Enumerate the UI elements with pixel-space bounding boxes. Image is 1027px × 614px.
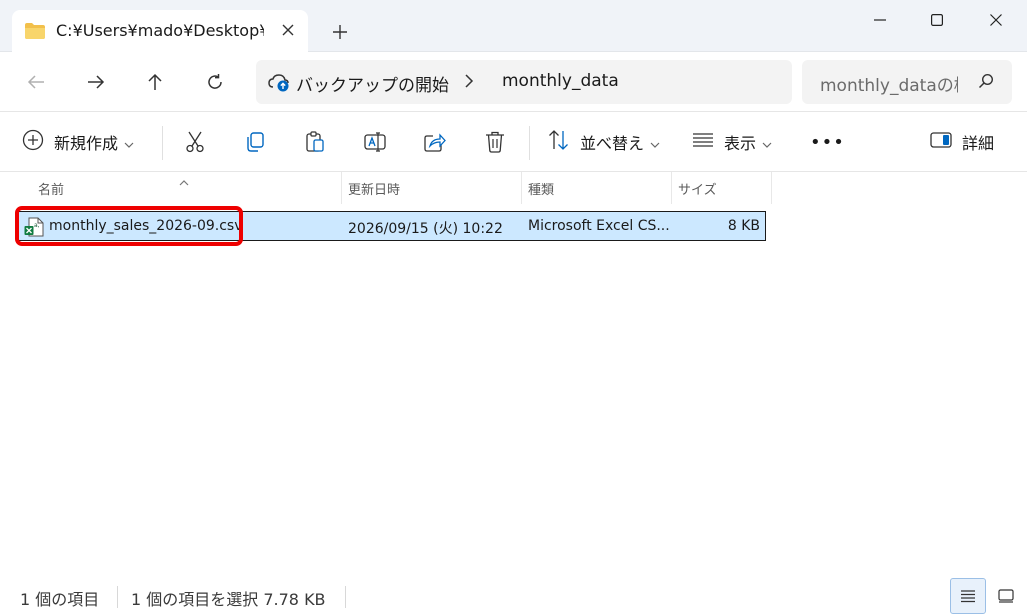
details-pane-button[interactable]: 詳細	[930, 126, 994, 158]
new-tab-plus-icon[interactable]	[326, 18, 354, 46]
up-arrow-icon[interactable]	[139, 66, 171, 98]
column-header-modified[interactable]: 更新日時	[340, 172, 522, 204]
cloud-backup-icon	[268, 72, 290, 96]
new-button[interactable]: 新規作成	[22, 126, 134, 158]
chevron-down-icon	[124, 133, 134, 152]
file-modified: 2026/09/15 (火) 10:22	[348, 221, 503, 237]
chevron-down-icon	[762, 133, 772, 152]
sort-button[interactable]: 並べ替え	[548, 126, 660, 158]
details-pane-icon	[930, 131, 952, 153]
column-header-type-label: 種類	[528, 182, 555, 198]
annotation-highlight-box	[15, 206, 243, 246]
status-divider	[117, 586, 118, 608]
column-header-size[interactable]: サイズ	[670, 172, 772, 204]
view-button-label: 表示	[724, 134, 757, 153]
breadcrumb-backup[interactable]: バックアップの開始	[296, 71, 449, 96]
tab-current[interactable]: C:¥Users¥mado¥Desktop¥	[12, 10, 308, 52]
status-bar: 1 個の項目 1 個の項目を選択 7.78 KB	[0, 578, 1027, 614]
selection-info: 1 個の項目を選択 7.78 KB	[131, 590, 326, 609]
cut-icon[interactable]	[181, 128, 209, 156]
copy-icon[interactable]	[241, 128, 269, 156]
close-icon[interactable]	[966, 0, 1026, 40]
file-size: 8 KB	[727, 218, 760, 234]
toolbar-divider	[162, 126, 163, 160]
more-options-button[interactable]: •••	[810, 126, 845, 158]
command-bar: 新規作成 並べ替え 表示 ••• 詳細	[0, 112, 1027, 172]
status-divider	[345, 586, 346, 608]
refresh-icon[interactable]	[199, 66, 231, 98]
folder-icon	[24, 22, 46, 44]
back-arrow-icon[interactable]	[20, 66, 52, 98]
column-header-name[interactable]: 名前	[30, 172, 342, 204]
column-headers: 名前 更新日時 種類 サイズ	[0, 172, 1027, 204]
column-header-modified-label: 更新日時	[348, 182, 401, 198]
forward-arrow-icon[interactable]	[80, 66, 112, 98]
column-header-type[interactable]: 種類	[520, 172, 672, 204]
column-header-name-label: 名前	[38, 182, 65, 198]
paste-icon[interactable]	[301, 128, 329, 156]
navigation-bar: バックアップの開始 monthly_data monthly_dataの検索	[0, 52, 1027, 112]
details-view-icon[interactable]	[950, 578, 986, 614]
more-options-icon: •••	[810, 131, 845, 153]
chevron-down-icon	[650, 133, 660, 152]
minimize-icon[interactable]	[850, 0, 910, 40]
new-button-label: 新規作成	[54, 134, 119, 153]
delete-icon[interactable]	[481, 128, 509, 156]
list-view-icon	[692, 132, 714, 152]
maximize-icon[interactable]	[907, 0, 967, 40]
tab-title: C:¥Users¥mado¥Desktop¥	[56, 21, 264, 40]
file-type: Microsoft Excel CS...	[528, 218, 670, 234]
tab-close-icon[interactable]	[276, 18, 300, 42]
search-input[interactable]: monthly_dataの検索	[820, 71, 958, 96]
sort-button-label: 並べ替え	[580, 134, 645, 153]
search-icon[interactable]	[978, 73, 994, 93]
address-bar[interactable]: バックアップの開始 monthly_data	[256, 60, 792, 104]
sort-arrows-icon	[548, 129, 570, 155]
toolbar-divider	[529, 126, 530, 160]
chevron-right-icon[interactable]	[464, 72, 474, 94]
share-icon[interactable]	[421, 128, 449, 156]
column-header-size-label: サイズ	[678, 182, 717, 198]
search-box[interactable]: monthly_dataの検索	[802, 60, 1012, 104]
large-icons-view-icon[interactable]	[988, 578, 1024, 614]
item-count: 1 個の項目	[20, 590, 100, 609]
breadcrumb-monthly-data[interactable]: monthly_data	[502, 71, 619, 91]
view-button[interactable]: 表示	[692, 126, 772, 158]
plus-circle-icon	[22, 129, 44, 155]
rename-icon[interactable]	[361, 128, 389, 156]
title-bar: C:¥Users¥mado¥Desktop¥	[0, 0, 1027, 52]
details-pane-label: 詳細	[962, 134, 995, 153]
